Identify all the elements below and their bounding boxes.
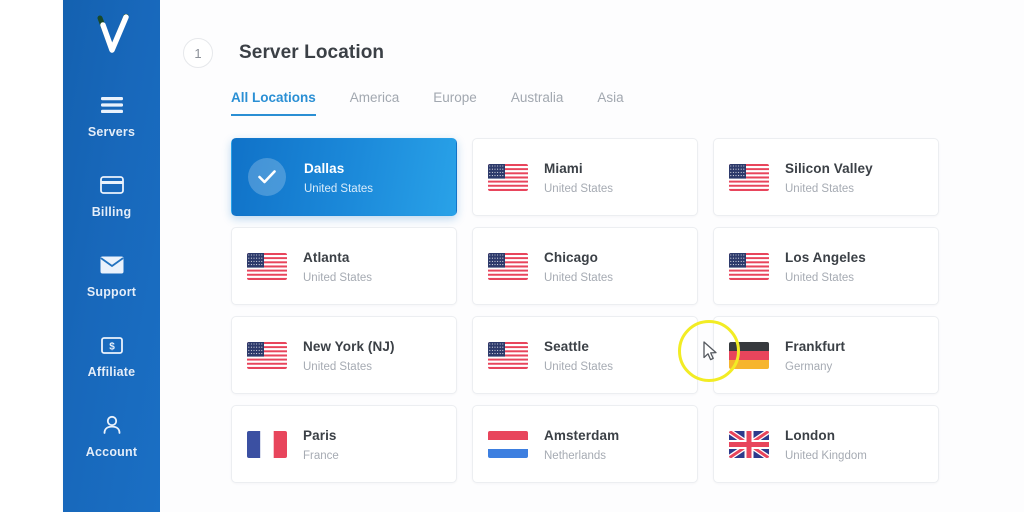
location-city: Paris <box>303 427 337 443</box>
tab-asia[interactable]: Asia <box>597 90 623 116</box>
sidebar-item-label: Billing <box>91 205 132 219</box>
location-country: Netherlands <box>544 449 607 462</box>
location-card-text: Los Angeles United States <box>785 249 866 284</box>
sidebar-item-label: Account <box>85 445 138 459</box>
location-country: United States <box>785 182 855 195</box>
location-card-text: Atlanta United States <box>303 249 372 284</box>
location-card[interactable]: Seattle United States <box>472 316 698 394</box>
sidebar-item-account[interactable]: Account <box>63 404 160 468</box>
flag-icon-gb <box>729 430 769 458</box>
location-card-text: Chicago United States <box>544 249 613 284</box>
location-city: London <box>785 427 836 443</box>
svg-text:$: $ <box>109 341 115 352</box>
location-card-text: Miami United States <box>544 160 613 195</box>
flag-icon-us <box>729 163 769 191</box>
checkmark-logo-icon <box>97 14 129 53</box>
step-badge: 1 <box>183 38 213 68</box>
tab-all-locations[interactable]: All Locations <box>231 90 316 116</box>
location-card-text: Paris France <box>303 427 339 462</box>
location-card[interactable]: London United Kingdom <box>713 405 939 483</box>
location-card[interactable]: Miami United States <box>472 138 698 216</box>
flag-icon-nl <box>488 430 528 458</box>
tab-australia[interactable]: Australia <box>511 90 564 116</box>
location-card-text: Amsterdam Netherlands <box>544 427 619 462</box>
sidebar: Servers Billing Support $ Affiliate Acco… <box>63 0 160 512</box>
envelope-icon <box>100 253 124 277</box>
flag-icon-us <box>488 252 528 280</box>
page-header: 1 Server Location <box>160 0 1024 68</box>
location-card-text: Seattle United States <box>544 338 613 373</box>
sidebar-item-servers[interactable]: Servers <box>63 84 160 148</box>
location-card[interactable]: Dallas United States <box>231 138 457 216</box>
location-country: France <box>303 449 339 462</box>
main-content: 1 Server Location All Locations America … <box>160 0 1024 512</box>
location-city: Frankfurt <box>785 338 846 354</box>
sidebar-item-label: Support <box>86 285 137 299</box>
page-title: Server Location <box>239 42 385 63</box>
location-card[interactable]: Paris France <box>231 405 457 483</box>
location-country: United States <box>303 360 373 373</box>
location-card[interactable]: Los Angeles United States <box>713 227 939 305</box>
flag-icon-us <box>247 341 287 369</box>
location-country: United States <box>785 271 855 284</box>
location-grid: Dallas United States Miami United States Sil… <box>160 116 1024 483</box>
sidebar-item-support[interactable]: Support <box>63 244 160 308</box>
location-card[interactable]: Amsterdam Netherlands <box>472 405 698 483</box>
sidebar-item-billing[interactable]: Billing <box>63 164 160 228</box>
location-city: Atlanta <box>303 249 350 265</box>
location-city: Dallas <box>304 160 345 176</box>
location-city: Los Angeles <box>785 249 866 265</box>
flag-icon-us <box>247 252 287 280</box>
location-card-text: Silicon Valley United States <box>785 160 873 195</box>
sidebar-item-label: Affiliate <box>87 365 136 379</box>
credit-card-icon <box>99 173 124 197</box>
location-city: Silicon Valley <box>785 160 873 176</box>
flag-icon-de <box>729 341 769 369</box>
selected-check-icon <box>248 158 286 196</box>
location-country: Germany <box>785 360 833 373</box>
location-city: Chicago <box>544 249 598 265</box>
location-country: United States <box>544 360 614 373</box>
location-card[interactable]: Silicon Valley United States <box>713 138 939 216</box>
location-card-text: Frankfurt Germany <box>785 338 845 373</box>
location-city: Miami <box>544 160 583 176</box>
flag-icon-fr <box>247 430 287 458</box>
tab-europe[interactable]: Europe <box>433 90 477 116</box>
location-card-text: London United Kingdom <box>785 427 867 462</box>
sidebar-item-label: Servers <box>87 125 136 139</box>
location-filter-tabs: All Locations America Europe Australia A… <box>160 68 1024 116</box>
location-city: Amsterdam <box>544 427 620 443</box>
location-card[interactable]: Frankfurt Germany <box>713 316 939 394</box>
flag-icon-us <box>488 163 528 191</box>
location-city: New York (NJ) <box>303 338 395 354</box>
location-card[interactable]: New York (NJ) United States <box>231 316 457 394</box>
location-card[interactable]: Atlanta United States <box>231 227 457 305</box>
location-country: United States <box>304 182 374 195</box>
sidebar-nav: Servers Billing Support $ Affiliate Acco… <box>63 84 160 484</box>
location-country: United States <box>544 271 614 284</box>
location-card-text: Dallas United States <box>304 160 373 195</box>
list-icon <box>100 93 123 117</box>
location-card[interactable]: Chicago United States <box>472 227 698 305</box>
brand-logo[interactable] <box>89 12 135 58</box>
tab-america[interactable]: America <box>350 90 400 116</box>
app-window: Servers Billing Support $ Affiliate Acco… <box>0 0 1024 512</box>
user-icon <box>101 413 123 437</box>
flag-icon-us <box>488 341 528 369</box>
dollar-bill-icon: $ <box>100 333 123 357</box>
location-city: Seattle <box>544 338 589 354</box>
location-country: United States <box>303 271 373 284</box>
location-country: United States <box>544 182 614 195</box>
flag-icon-us <box>729 252 769 280</box>
location-country: United Kingdom <box>785 449 867 462</box>
location-card-text: New York (NJ) United States <box>303 338 395 373</box>
sidebar-item-affiliate[interactable]: $ Affiliate <box>63 324 160 388</box>
